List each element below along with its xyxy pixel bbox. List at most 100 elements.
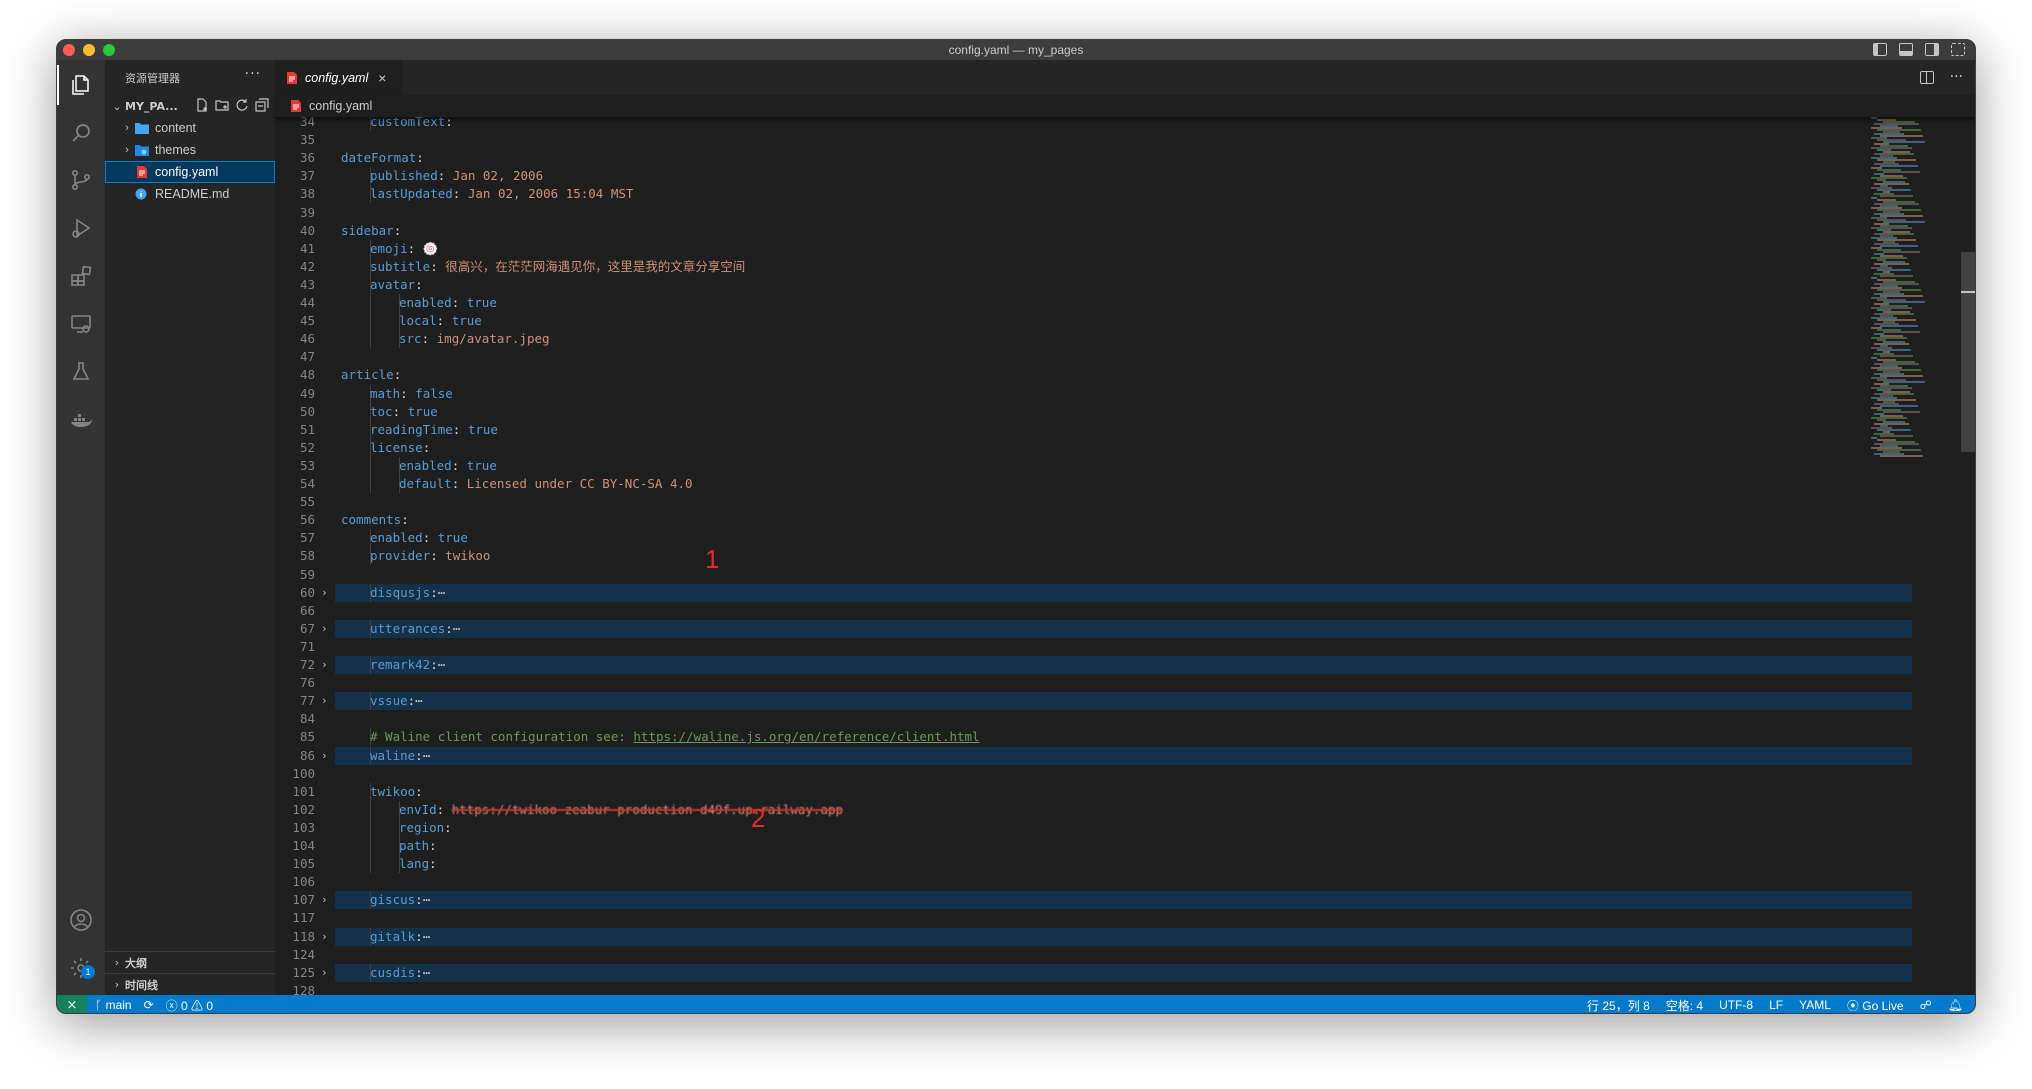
- branch-item[interactable]: ᚴ main: [95, 998, 132, 1012]
- code-line[interactable]: 43 avatar:: [275, 275, 1912, 294]
- code-line[interactable]: 60 › disqusjs:⋯: [275, 583, 1912, 602]
- outline-section[interactable]: › 大纲: [105, 951, 275, 973]
- collapse-all-icon[interactable]: [255, 98, 269, 112]
- code-line[interactable]: 52 license:: [275, 438, 1912, 457]
- tree-folder-content[interactable]: › content: [105, 117, 275, 139]
- code-line[interactable]: 39: [275, 204, 1912, 222]
- cursor-position[interactable]: 行 25，列 8: [1587, 997, 1650, 1014]
- tab-config-yaml[interactable]: config.yaml ×: [275, 60, 403, 95]
- code-line[interactable]: 76: [275, 674, 1912, 692]
- customize-layout-icon[interactable]: [1951, 43, 1965, 56]
- code-line[interactable]: 118 › gitalk:⋯: [275, 927, 1912, 946]
- encoding[interactable]: UTF-8: [1719, 998, 1753, 1012]
- code-line[interactable]: 72 › remark42:⋯: [275, 656, 1912, 674]
- problems-item[interactable]: ⓧ 0 ⚠ 0: [166, 997, 213, 1014]
- code-line[interactable]: 102 envId: https://twikoo-zeabur-producti…: [275, 800, 1912, 819]
- timeline-section[interactable]: › 时间线: [105, 973, 275, 995]
- code-line[interactable]: 117: [275, 909, 1912, 927]
- code-line[interactable]: 100: [275, 765, 1912, 783]
- search-icon[interactable]: [69, 121, 93, 145]
- code-line[interactable]: 40 sidebar:: [275, 222, 1912, 240]
- code-line[interactable]: 51 readingTime: true: [275, 420, 1912, 439]
- extensions-icon[interactable]: [69, 264, 93, 288]
- code-line[interactable]: 47: [275, 348, 1912, 366]
- end-of-line[interactable]: LF: [1769, 998, 1783, 1012]
- code-line[interactable]: 101 twikoo:: [275, 782, 1912, 801]
- fold-ellipsis-icon[interactable]: ⋯: [423, 965, 431, 980]
- remote-indicator-icon[interactable]: ⨯: [57, 995, 87, 1013]
- code-line[interactable]: 107 › giscus:⋯: [275, 891, 1912, 910]
- code-line[interactable]: 77 › vssue:⋯: [275, 692, 1912, 711]
- remote-explorer-icon[interactable]: [69, 312, 93, 336]
- close-window-button[interactable]: [63, 44, 75, 56]
- fold-ellipsis-icon[interactable]: ⋯: [438, 585, 446, 600]
- code-line[interactable]: 58 provider: twikoo: [275, 547, 1912, 566]
- tree-folder-themes[interactable]: › themes: [105, 139, 275, 161]
- new-folder-icon[interactable]: [215, 98, 229, 112]
- code-line[interactable]: 36 dateFormat:: [275, 149, 1912, 167]
- code-line[interactable]: 48 article:: [275, 366, 1912, 384]
- manage-gear-icon[interactable]: 1: [69, 956, 95, 980]
- more-actions-icon[interactable]: ···: [245, 66, 261, 82]
- code-line[interactable]: 41 emoji: 🍥: [275, 239, 1912, 258]
- maximize-window-button[interactable]: [103, 44, 115, 56]
- fold-chevron-icon[interactable]: ›: [321, 747, 328, 765]
- code-line[interactable]: 124: [275, 946, 1912, 964]
- code-line[interactable]: 45 local: true: [275, 312, 1912, 331]
- language-mode[interactable]: YAML: [1799, 998, 1831, 1012]
- code-line[interactable]: 103 region:: [275, 818, 1912, 837]
- indentation[interactable]: 空格: 4: [1666, 997, 1703, 1014]
- fold-chevron-icon[interactable]: ›: [321, 964, 328, 982]
- fold-ellipsis-icon[interactable]: ⋯: [423, 892, 431, 907]
- code-line[interactable]: 57 enabled: true: [275, 529, 1912, 548]
- toggle-panel-icon[interactable]: [1899, 43, 1913, 56]
- sync-icon[interactable]: ⟳: [144, 998, 154, 1012]
- code-line[interactable]: 86 › waline:⋯: [275, 746, 1912, 765]
- code-line[interactable]: 128: [275, 982, 1912, 995]
- go-live-button[interactable]: ⦿ Go Live: [1847, 997, 1904, 1014]
- accounts-icon[interactable]: [69, 908, 93, 932]
- feedback-icon[interactable]: ☍: [1920, 998, 1932, 1012]
- code-line[interactable]: 35: [275, 131, 1912, 149]
- code-line[interactable]: 42 subtitle: 很高兴，在茫茫网海遇见你，这里是我的文章分享空间: [275, 257, 1912, 276]
- toggle-secondary-sidebar-icon[interactable]: [1925, 43, 1939, 56]
- docker-icon[interactable]: [69, 408, 93, 432]
- code-line[interactable]: 56 comments:: [275, 511, 1912, 529]
- code-line[interactable]: 46 src: img/avatar.jpeg: [275, 330, 1912, 349]
- fold-chevron-icon[interactable]: ›: [321, 656, 328, 674]
- fold-ellipsis-icon[interactable]: ⋯: [415, 693, 423, 708]
- code-line[interactable]: 53 enabled: true: [275, 456, 1912, 475]
- new-file-icon[interactable]: [195, 98, 209, 112]
- tree-file-config-yaml[interactable]: config.yaml: [105, 161, 275, 183]
- code-line[interactable]: 44 enabled: true: [275, 294, 1912, 312]
- code-line[interactable]: 50 toc: true: [275, 402, 1912, 421]
- source-control-icon[interactable]: [69, 168, 93, 192]
- code-line[interactable]: 85 # Waline client configuration see: htt…: [275, 728, 1912, 747]
- tree-file-readme[interactable]: README.md: [105, 183, 275, 205]
- fold-ellipsis-icon[interactable]: ⋯: [438, 657, 446, 672]
- code-line[interactable]: 37 published: Jan 02, 2006: [275, 167, 1912, 186]
- testing-icon[interactable]: [69, 360, 93, 384]
- more-actions-icon[interactable]: ···: [1950, 69, 1963, 85]
- explorer-icon[interactable]: [69, 73, 93, 97]
- code-line[interactable]: 54 default: Licensed under CC BY-NC-SA 4.…: [275, 475, 1912, 493]
- code-line[interactable]: 71: [275, 638, 1912, 656]
- code-line[interactable]: 49 math: false: [275, 384, 1912, 403]
- code-line[interactable]: 125 › cusdis:⋯: [275, 963, 1912, 982]
- code-line[interactable]: 34 customText:: [275, 117, 1912, 131]
- vertical-scrollbar[interactable]: [1961, 252, 1975, 452]
- fold-chevron-icon[interactable]: ›: [321, 891, 328, 909]
- run-debug-icon[interactable]: [69, 216, 93, 240]
- code-line[interactable]: 84: [275, 710, 1912, 728]
- fold-chevron-icon[interactable]: ›: [321, 620, 328, 638]
- fold-ellipsis-icon[interactable]: ⋯: [423, 929, 431, 944]
- code-line[interactable]: 55: [275, 493, 1912, 511]
- fold-chevron-icon[interactable]: ›: [321, 928, 328, 946]
- code-line[interactable]: 106: [275, 873, 1912, 891]
- workspace-folder-header[interactable]: ⌄ MY_PA...: [105, 95, 275, 117]
- fold-ellipsis-icon[interactable]: ⋯: [453, 621, 461, 636]
- breadcrumb-file[interactable]: config.yaml: [309, 99, 372, 113]
- notifications-bell-icon[interactable]: 🔔︎: [1948, 998, 1963, 1012]
- toggle-primary-sidebar-icon[interactable]: [1873, 43, 1887, 56]
- fold-ellipsis-icon[interactable]: ⋯: [423, 748, 431, 763]
